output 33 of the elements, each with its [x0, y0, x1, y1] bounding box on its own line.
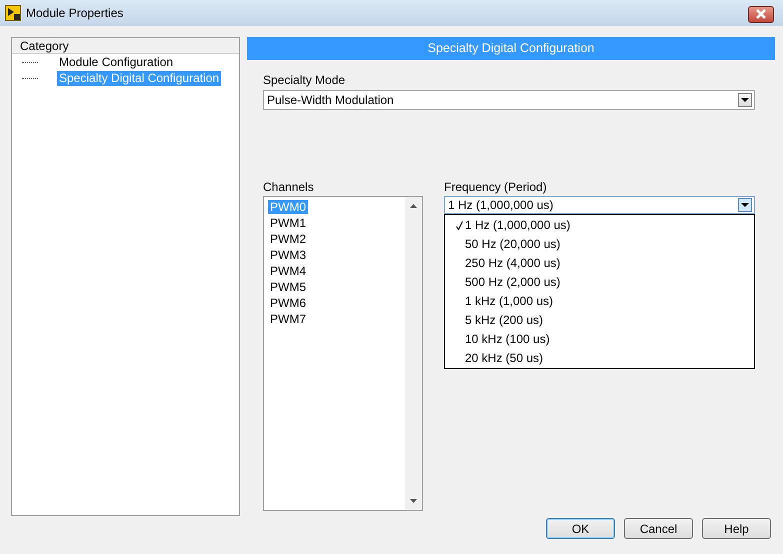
list-item[interactable]: PWM7 [268, 312, 308, 326]
list-item[interactable]: PWM5 [268, 280, 308, 294]
list-item[interactable]: PWM2 [268, 232, 308, 246]
list-item[interactable]: PWM6 [268, 296, 308, 310]
list-item[interactable]: PWM3 [268, 248, 308, 262]
menu-item[interactable]: 50 Hz (20,000 us) [445, 235, 754, 254]
menu-item[interactable]: 10 kHz (100 us) [445, 330, 754, 349]
dropdown-field[interactable]: Pulse-Width Modulation [263, 90, 755, 110]
menu-item[interactable]: 500 Hz (2,000 us) [445, 273, 754, 292]
menu-item[interactable]: 5 kHz (200 us) [445, 311, 754, 330]
panel-header: Specialty Digital Configuration [247, 37, 775, 60]
scrollbar[interactable] [405, 197, 422, 510]
app-icon [5, 5, 21, 21]
close-icon [755, 9, 767, 19]
close-button[interactable] [748, 6, 774, 22]
scroll-up-icon[interactable] [410, 204, 417, 208]
window-title: Module Properties [26, 6, 124, 20]
menu-item[interactable]: 1 kHz (1,000 us) [445, 292, 754, 311]
menu-item[interactable]: 1 Hz (1,000,000 us) [445, 216, 754, 235]
dialog-button[interactable]: Cancel [624, 518, 693, 539]
scroll-down-icon[interactable] [410, 499, 417, 503]
dropdown-field[interactable]: 1 Hz (1,000,000 us) [444, 196, 755, 214]
menu-item[interactable]: 20 kHz (50 us) [445, 349, 754, 368]
list-item[interactable]: PWM4 [268, 264, 308, 278]
field-label: Channels [263, 179, 315, 195]
dialog-button[interactable]: Help [702, 518, 771, 539]
column-header: Category [12, 38, 239, 54]
dialog-button[interactable]: OK [546, 518, 615, 539]
tree-item[interactable]: Module Configuration [57, 54, 176, 70]
list-item[interactable]: PWM1 [268, 216, 308, 230]
field-label: Specialty Mode [263, 72, 346, 88]
menu-item[interactable]: 250 Hz (4,000 us) [445, 254, 754, 273]
field-label: Frequency (Period) [444, 179, 548, 195]
